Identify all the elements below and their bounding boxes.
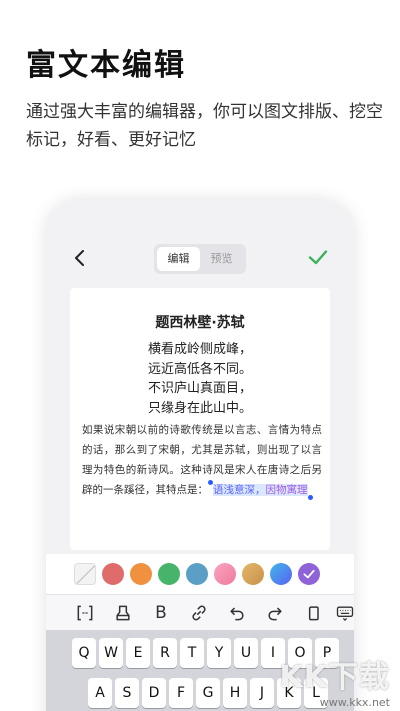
highlight-text-1: 语浅意深， bbox=[213, 484, 266, 496]
color-swatch-pink[interactable] bbox=[214, 563, 236, 585]
key-r[interactable]: R bbox=[153, 638, 177, 668]
key-w[interactable]: W bbox=[99, 638, 123, 668]
color-swatch-purple-selected[interactable] bbox=[298, 563, 320, 585]
key-g[interactable]: G bbox=[196, 678, 220, 708]
undo-button[interactable] bbox=[224, 600, 250, 626]
check-icon bbox=[303, 569, 315, 579]
color-swatch-green[interactable] bbox=[158, 563, 180, 585]
watermark-brand: KK下载 bbox=[279, 660, 390, 695]
format-toolbar: B bbox=[46, 594, 354, 630]
color-swatch-orange[interactable] bbox=[130, 563, 152, 585]
cloze-button[interactable] bbox=[72, 600, 98, 626]
editor-canvas[interactable]: 题西林壁·苏轼 横看成岭侧成峰， 远近高低各不同。 不识庐山真面目， 只缘身在此… bbox=[70, 288, 330, 550]
watermark: KK下载 www.kkx.net bbox=[280, 652, 391, 709]
key-f[interactable]: F bbox=[169, 678, 193, 708]
color-palette bbox=[46, 554, 354, 594]
key-e[interactable]: E bbox=[126, 638, 150, 668]
poem-title: 题西林壁·苏轼 bbox=[155, 315, 245, 331]
paste-button[interactable] bbox=[300, 600, 326, 626]
key-y[interactable]: Y bbox=[207, 638, 231, 668]
tab-preview[interactable]: 预览 bbox=[200, 247, 243, 271]
clipboard-icon bbox=[308, 605, 319, 620]
selected-text[interactable]: 语浅意深，因物寓理 bbox=[213, 484, 308, 496]
key-u[interactable]: U bbox=[234, 638, 258, 668]
color-swatch-gradient-blue[interactable] bbox=[270, 563, 292, 585]
edit-preview-toggle[interactable]: 编辑 预览 bbox=[154, 244, 246, 274]
key-t[interactable]: T bbox=[180, 638, 204, 668]
undo-icon bbox=[230, 606, 244, 620]
watermark-url: www.kkx.net bbox=[319, 696, 390, 709]
check-icon bbox=[308, 250, 328, 265]
bold-icon: B bbox=[155, 602, 167, 623]
poem-body: 横看成岭侧成峰， 远近高低各不同。 不识庐山真面目， 只缘身在此山中。 bbox=[70, 340, 330, 418]
key-d[interactable]: D bbox=[142, 678, 166, 708]
hide-keyboard-button[interactable] bbox=[332, 600, 354, 626]
phone-frame: 编辑 预览 题西林壁·苏轼 横看成岭侧成峰， 远近高低各不同。 不识庐山真面目，… bbox=[46, 200, 354, 711]
link-button[interactable] bbox=[186, 600, 212, 626]
promo-subtitle: 通过强大丰富的编辑器，你可以图文排版、挖空标记，好看、更好记忆 bbox=[26, 102, 383, 150]
tab-edit[interactable]: 编辑 bbox=[157, 247, 200, 271]
promo-title: 富文本编辑 bbox=[26, 48, 186, 83]
redo-button[interactable] bbox=[262, 600, 288, 626]
bold-button[interactable]: B bbox=[148, 600, 174, 626]
poem-line: 不识庐山真面目， bbox=[147, 381, 252, 396]
app-bar: 编辑 预览 bbox=[46, 240, 354, 278]
key-j[interactable]: J bbox=[250, 678, 274, 708]
color-swatch-red[interactable] bbox=[102, 563, 124, 585]
selection-handle-end[interactable] bbox=[307, 495, 313, 500]
highlight-text-2: 因物寓理 bbox=[265, 484, 308, 496]
key-q[interactable]: Q bbox=[72, 638, 96, 668]
keyboard-icon bbox=[336, 606, 354, 621]
poem-line: 横看成岭侧成峰， bbox=[147, 342, 252, 357]
back-button[interactable] bbox=[68, 246, 92, 270]
color-swatch-none[interactable] bbox=[74, 563, 96, 585]
confirm-button[interactable] bbox=[306, 245, 330, 269]
chevron-left-icon bbox=[75, 250, 84, 266]
key-s[interactable]: S bbox=[115, 678, 139, 708]
key-a[interactable]: A bbox=[88, 678, 112, 708]
color-swatch-gold[interactable] bbox=[242, 563, 264, 585]
key-h[interactable]: H bbox=[223, 678, 247, 708]
poem-line: 远近高低各不同。 bbox=[147, 361, 252, 377]
bracket-icon bbox=[77, 605, 93, 620]
highlight-button[interactable] bbox=[110, 600, 136, 626]
color-swatch-blue[interactable] bbox=[186, 563, 208, 585]
body-paragraph[interactable]: 如果说宋朝以前的诗歌传统是以言志、言情为特点的话，那么到了宋朝，尤其是苏轼，则出… bbox=[82, 420, 322, 500]
link-icon bbox=[192, 605, 206, 620]
redo-icon bbox=[268, 606, 282, 620]
poem-line: 只缘身在此山中。 bbox=[147, 400, 252, 416]
eraser-icon bbox=[116, 605, 130, 620]
